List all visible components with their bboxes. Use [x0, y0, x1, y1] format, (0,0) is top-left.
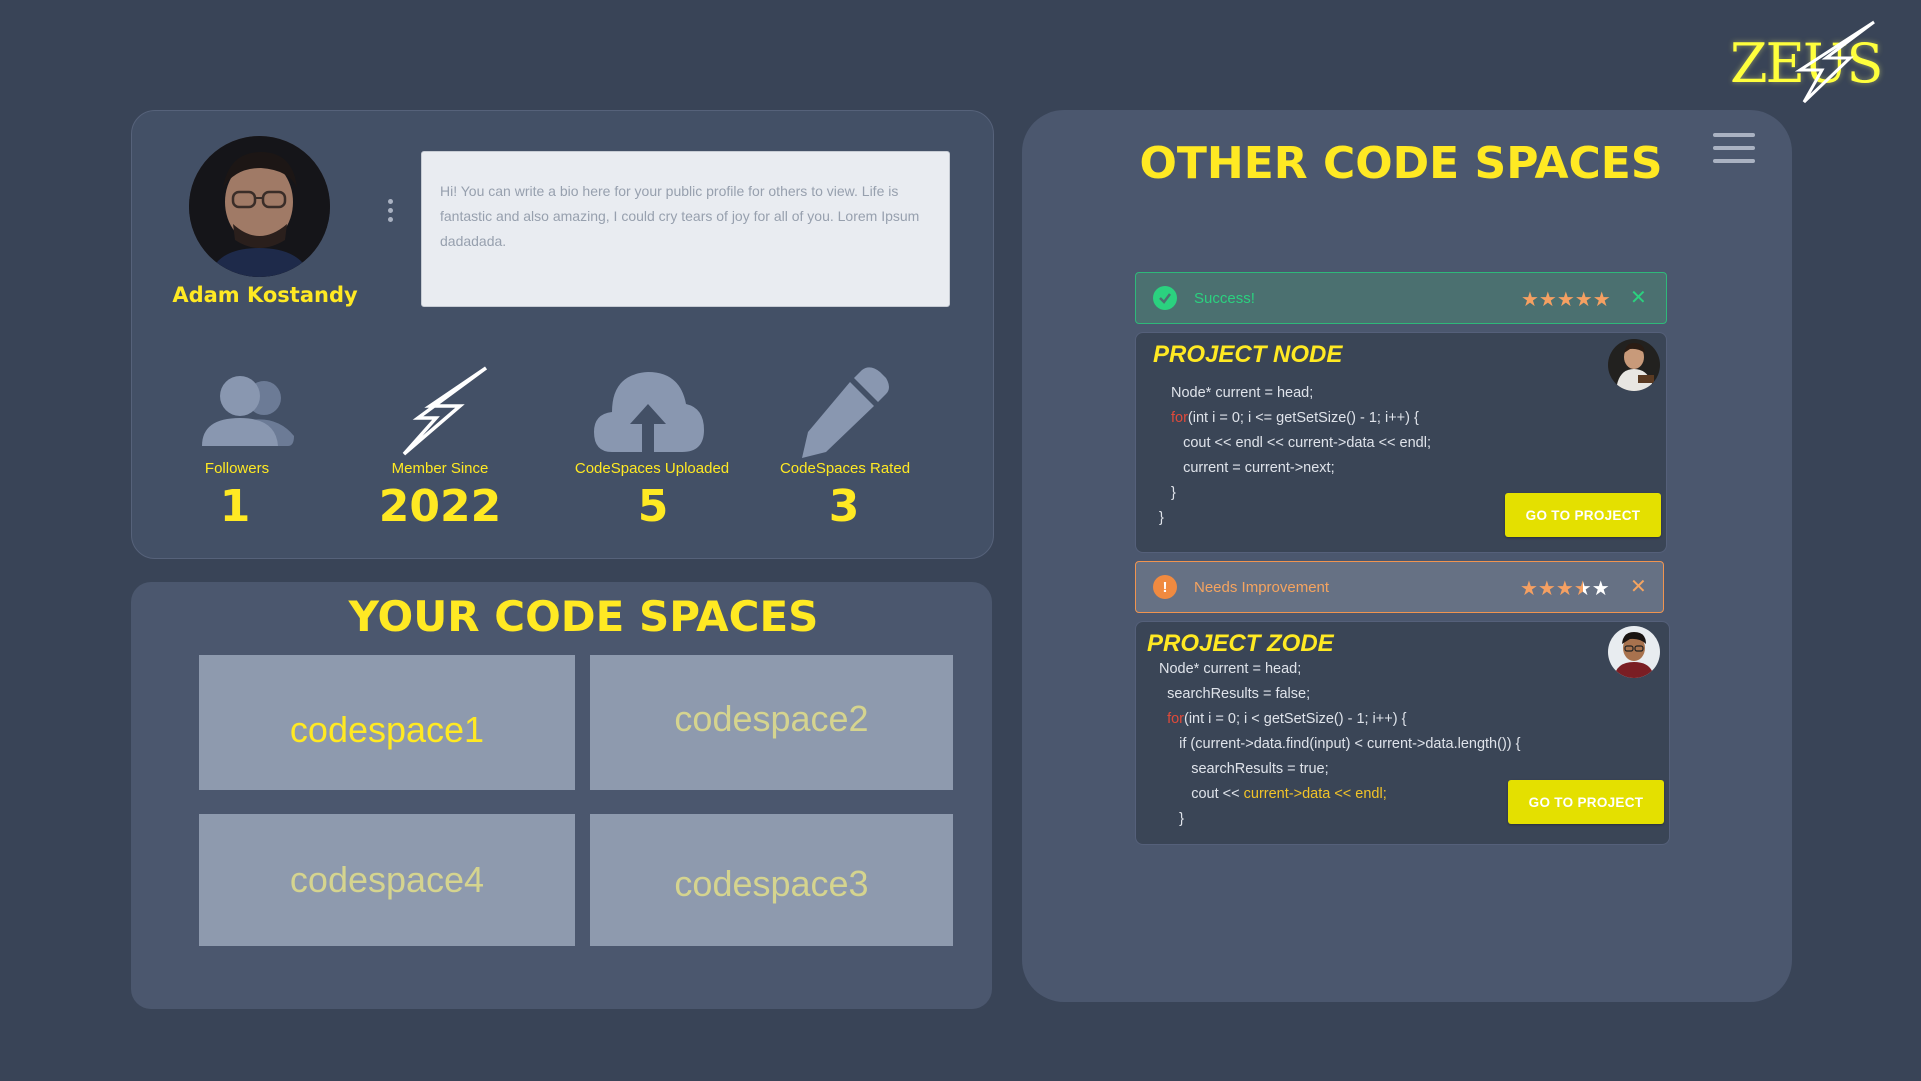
alert-text: Success!	[1194, 289, 1255, 307]
stat-label: Followers	[204, 460, 270, 477]
warning-alert: ! Needs Improvement ★★★★★ ✕	[1135, 561, 1664, 613]
stat-value: 5	[637, 481, 669, 532]
rating-stars: ★★★★★	[1521, 289, 1611, 311]
users-icon	[198, 374, 296, 452]
close-icon[interactable]: ✕	[1630, 285, 1647, 310]
zeus-logo[interactable]: ZEUS	[1722, 18, 1883, 106]
bio-textarea[interactable]: Hi! You can write a bio here for your pu…	[421, 151, 950, 307]
go-to-project-button[interactable]: GO TO PROJECT	[1505, 493, 1661, 537]
project-title: PROJECT ZODE	[1147, 630, 1334, 657]
stat-value: 2022	[378, 481, 502, 532]
rating-stars: ★★★★★	[1520, 578, 1610, 600]
lightning-icon	[400, 366, 490, 456]
project-card: PROJECT NODE Node* current = head; for(i…	[1135, 332, 1667, 553]
avatar[interactable]	[189, 136, 330, 277]
logo-bolt-icon	[1794, 20, 1875, 104]
success-alert: Success! ★★★★★ ✕	[1135, 272, 1667, 324]
codespace-tile-1[interactable]: codespace1	[199, 655, 575, 790]
check-circle-icon	[1153, 286, 1177, 310]
close-icon[interactable]: ✕	[1630, 574, 1647, 599]
codespace-tile-3[interactable]: codespace3	[590, 814, 953, 946]
cloud-upload-icon	[594, 368, 704, 454]
project-owner-avatar[interactable]	[1608, 339, 1660, 391]
project-card: PROJECT ZODE Node* current = head; searc…	[1135, 621, 1670, 845]
stat-value: 1	[219, 481, 251, 532]
stat-label: CodeSpaces Uploaded	[574, 460, 730, 477]
user-name: Adam Kostandy	[172, 283, 358, 307]
other-codespaces-title: OTHER CODE SPACES	[1139, 138, 1663, 189]
hamburger-menu-icon[interactable]	[1713, 133, 1755, 165]
project-title: PROJECT NODE	[1153, 341, 1343, 368]
stat-label: Member Since	[391, 460, 489, 477]
codespace-tile-2[interactable]: codespace2	[590, 655, 953, 790]
code-snippet: Node* current = head; for(int i = 0; i <…	[1159, 385, 1431, 526]
more-options-icon[interactable]	[384, 199, 396, 225]
codespace-tile-4[interactable]: codespace4	[199, 814, 575, 946]
other-codespaces-card	[1022, 110, 1792, 1002]
stat-label: CodeSpaces Rated	[779, 460, 911, 477]
go-to-project-button[interactable]: GO TO PROJECT	[1508, 780, 1664, 824]
project-owner-avatar[interactable]	[1608, 626, 1660, 678]
warning-icon: !	[1153, 575, 1177, 599]
alert-text: Needs Improvement	[1194, 578, 1330, 596]
pencil-icon	[800, 366, 890, 458]
your-codespaces-title: YOUR CODE SPACES	[348, 592, 819, 641]
avatar-portrait-icon	[189, 136, 330, 277]
stat-value: 3	[828, 481, 860, 532]
code-snippet: Node* current = head; searchResults = fa…	[1159, 661, 1521, 827]
